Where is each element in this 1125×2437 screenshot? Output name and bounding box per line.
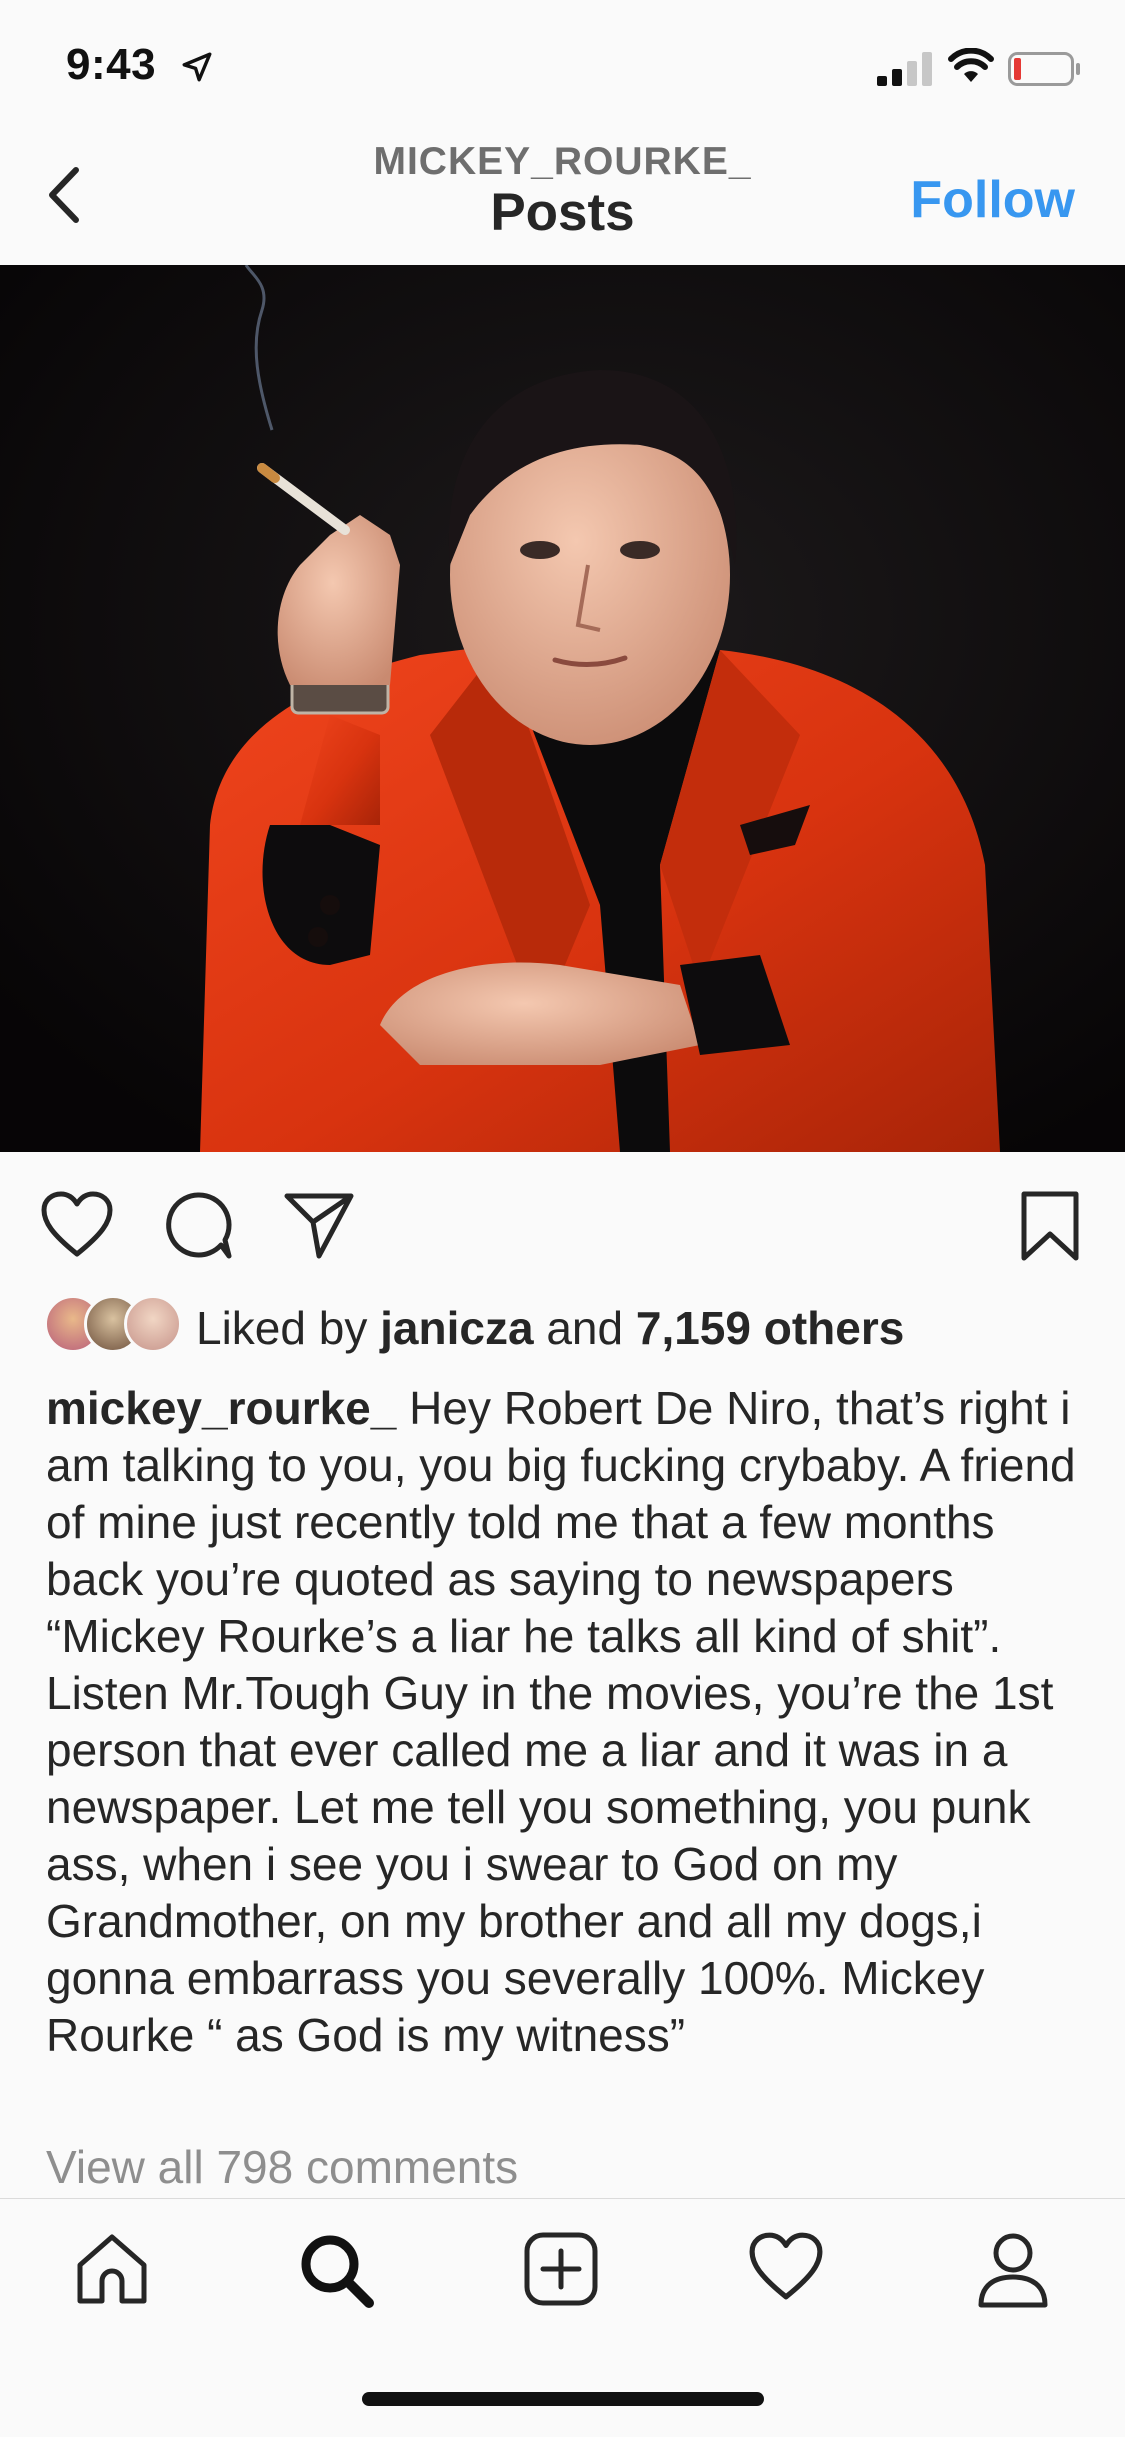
- liker-username[interactable]: janicza: [380, 1302, 533, 1354]
- heart-icon[interactable]: [40, 1190, 114, 1258]
- bookmark-icon[interactable]: [1018, 1190, 1082, 1262]
- navigation-bar: MICKEY_ROURKE_ Posts Follow: [0, 130, 1125, 266]
- likes-text: Liked by janicza and 7,159 others: [196, 1301, 904, 1355]
- search-icon[interactable]: [297, 2231, 377, 2311]
- caption-username[interactable]: mickey_rourke_: [46, 1382, 396, 1434]
- battery-low-icon: [1008, 52, 1080, 86]
- likes-conjunction: and: [546, 1302, 624, 1354]
- home-indicator[interactable]: [362, 2392, 764, 2406]
- activity-heart-icon[interactable]: [748, 2231, 824, 2301]
- liker-avatars: [44, 1295, 184, 1355]
- photo-man-red-suit-smoking: [0, 265, 1125, 1152]
- avatar: [124, 1295, 182, 1353]
- home-icon[interactable]: [74, 2231, 150, 2307]
- likes-prefix: Liked by: [196, 1302, 368, 1354]
- comment-icon[interactable]: [163, 1190, 233, 1260]
- add-post-icon[interactable]: [523, 2231, 599, 2307]
- post-action-bar: [0, 1152, 1125, 1297]
- location-arrow-icon: [182, 52, 212, 82]
- profile-icon[interactable]: [975, 2231, 1051, 2309]
- post-photo[interactable]: [0, 265, 1125, 1152]
- share-paper-plane-icon[interactable]: [283, 1190, 355, 1260]
- status-time: 9:43: [66, 40, 157, 89]
- wifi-icon: [948, 48, 994, 82]
- signal-bars-icon: [877, 52, 932, 86]
- status-bar: 9:43: [0, 0, 1125, 130]
- post-caption: mickey_rourke_ Hey Robert De Niro, that’…: [46, 1380, 1096, 2064]
- likes-count[interactable]: 7,159 others: [636, 1302, 904, 1354]
- caption-text: Hey Robert De Niro, that’s right i am ta…: [46, 1382, 1076, 2061]
- view-comments-link[interactable]: View all 798 comments: [46, 2140, 518, 2194]
- follow-button[interactable]: Follow: [910, 170, 1075, 230]
- likes-summary[interactable]: Liked by janicza and 7,159 others: [0, 1295, 1125, 1365]
